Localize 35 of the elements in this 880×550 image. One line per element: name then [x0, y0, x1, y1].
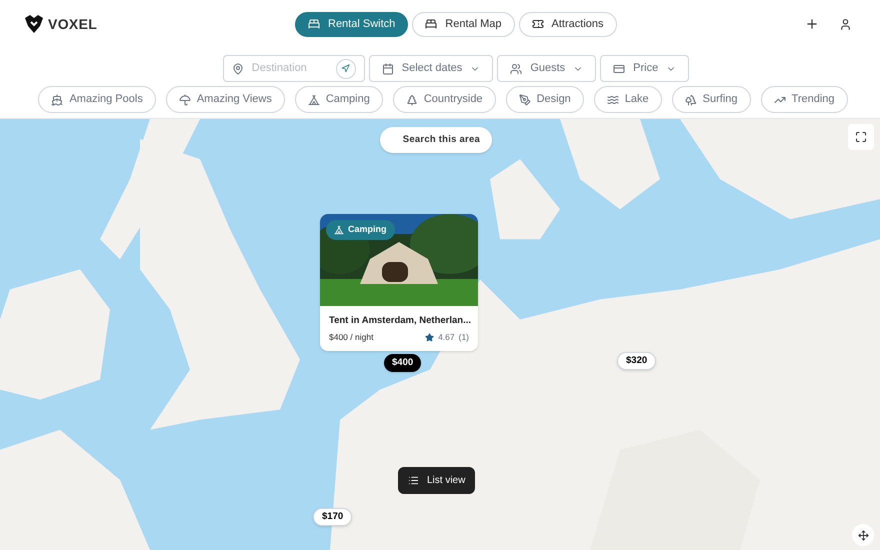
navigation-icon — [341, 64, 350, 73]
category-chip[interactable]: Camping — [294, 86, 383, 113]
umbrella-icon — [178, 94, 191, 106]
nav-tab[interactable]: Rental Switch — [295, 12, 408, 36]
bed-icon — [425, 18, 438, 30]
price-dropdown[interactable]: Price — [600, 55, 690, 82]
calendar-icon — [382, 62, 394, 74]
category-chip[interactable]: Design — [506, 86, 584, 113]
bed-icon — [308, 18, 320, 30]
tree-icon — [406, 94, 418, 106]
destination-input[interactable]: Destination — [252, 60, 328, 77]
guests-dropdown[interactable]: Guests — [497, 55, 596, 82]
user-icon[interactable] — [839, 18, 852, 30]
ticket-icon — [532, 18, 544, 30]
waves-icon — [606, 94, 619, 106]
category-chip[interactable]: Trending — [760, 86, 848, 113]
map-pin-icon — [232, 62, 244, 74]
dates-dropdown[interactable]: Select dates — [368, 55, 494, 82]
nav-tab[interactable]: Rental Map — [412, 12, 515, 36]
category-chip[interactable]: Countryside — [392, 86, 496, 113]
logo-icon — [24, 14, 44, 34]
nav-tab[interactable]: Attractions — [518, 12, 616, 36]
destination-field[interactable]: Destination — [222, 55, 365, 82]
brand-name: VOXEL — [48, 14, 98, 34]
category-chip[interactable]: Amazing Views — [166, 86, 285, 113]
locate-button[interactable] — [336, 58, 356, 78]
category-chip[interactable]: Surfing — [672, 86, 751, 113]
tent-icon — [308, 94, 320, 106]
category-chip[interactable]: Amazing Pools — [38, 86, 156, 113]
users-icon — [510, 62, 522, 74]
category-chip[interactable]: Lake — [594, 86, 662, 113]
pen-icon — [518, 94, 531, 106]
add-icon[interactable] — [805, 17, 819, 31]
card-icon — [613, 62, 626, 74]
trees-icon — [684, 94, 697, 106]
